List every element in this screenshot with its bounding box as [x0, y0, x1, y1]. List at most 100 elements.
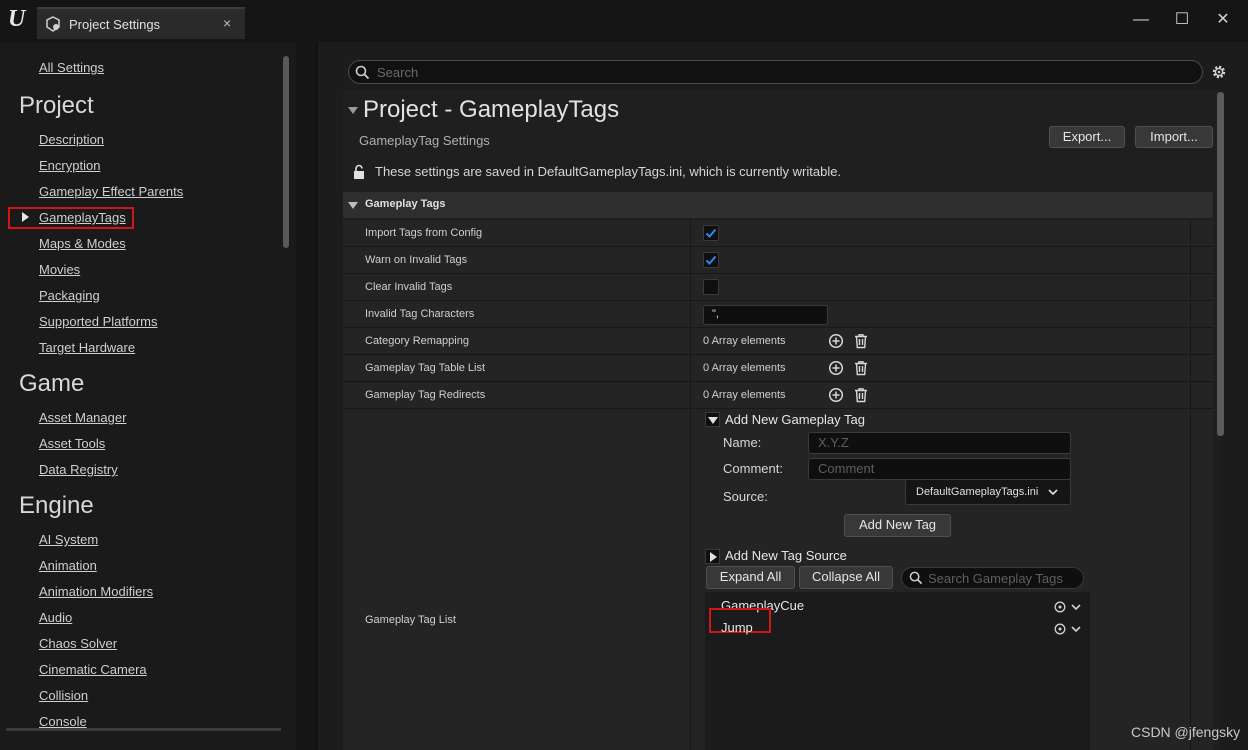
sidebar-item-supported-platforms[interactable]: Supported Platforms	[39, 314, 158, 329]
sidebar-item-console[interactable]: Console	[39, 714, 87, 729]
array-count: 0 Array elements	[703, 389, 786, 401]
tab-close-icon[interactable]: ×	[223, 15, 231, 31]
page-title: Project - GameplayTags	[363, 96, 620, 123]
invalid-chars-input[interactable]: ",	[703, 305, 828, 325]
tab-label: Project Settings	[69, 17, 161, 32]
delete-icon[interactable]	[853, 387, 869, 403]
add-subtag-icon[interactable]	[1054, 623, 1066, 635]
clear-invalid-checkbox[interactable]	[703, 279, 719, 295]
sidebar-item-cinematic-camera[interactable]: Cinematic Camera	[39, 662, 147, 677]
tab-project-settings[interactable]: Project Settings ×	[37, 7, 245, 39]
unreal-logo-icon[interactable]: U	[8, 6, 32, 32]
add-element-icon[interactable]	[828, 387, 844, 403]
sidebar-item-gameplaytags[interactable]: GameplayTags	[39, 210, 126, 225]
sidebar-item-asset-manager[interactable]: Asset Manager	[39, 410, 126, 425]
source-dropdown[interactable]: DefaultGameplayTags.ini	[905, 479, 1071, 505]
sidebar-item-encryption[interactable]: Encryption	[39, 158, 100, 173]
tag-search-placeholder: Search Gameplay Tags	[928, 571, 1063, 586]
sidebar-item-target-hardware[interactable]: Target Hardware	[39, 340, 135, 355]
settings-search-input[interactable]: Search	[348, 60, 1203, 84]
tag-name-input[interactable]: X.Y.Z	[808, 432, 1071, 454]
expand-all-button[interactable]: Expand All	[706, 566, 795, 589]
setting-label: Gameplay Tag Redirects	[365, 389, 486, 401]
add-tag-section-title: Add New Gameplay Tag	[725, 412, 865, 427]
sidebar-item-audio[interactable]: Audio	[39, 610, 72, 625]
setting-row-tag-redirects: Gameplay Tag Redirects 0 Array elements	[343, 382, 1213, 409]
settings-details-panel: Search Project - GameplayTags GameplayTa…	[318, 42, 1248, 750]
sidebar-item-packaging[interactable]: Packaging	[39, 288, 100, 303]
add-tag-expander[interactable]	[705, 412, 720, 427]
add-element-icon[interactable]	[828, 333, 844, 349]
setting-row-clear-invalid: Clear Invalid Tags	[343, 274, 1213, 301]
setting-row-import-tags: Import Tags from Config	[343, 220, 1213, 247]
details-scrollbar[interactable]	[1217, 92, 1224, 436]
sidebar-item-animation-modifiers[interactable]: Animation Modifiers	[39, 584, 153, 599]
setting-row-category-remapping: Category Remapping 0 Array elements	[343, 328, 1213, 355]
delete-icon[interactable]	[853, 333, 869, 349]
add-subtag-icon[interactable]	[1054, 601, 1066, 613]
sidebar-item-ai-system[interactable]: AI System	[39, 532, 98, 547]
section-heading-project: Project	[19, 92, 94, 119]
warn-invalid-checkbox[interactable]	[703, 252, 719, 268]
unlocked-icon	[354, 164, 364, 179]
array-count: 0 Array elements	[703, 335, 786, 347]
category-collapse-icon	[348, 202, 358, 209]
sidebar-item-maps-modes[interactable]: Maps & Modes	[39, 236, 126, 251]
sidebar-item-chaos-solver[interactable]: Chaos Solver	[39, 636, 117, 651]
import-button[interactable]: Import...	[1135, 126, 1213, 148]
add-source-expander[interactable]	[705, 549, 720, 564]
setting-label: Warn on Invalid Tags	[365, 254, 468, 266]
tag-comment-input[interactable]: Comment	[808, 458, 1071, 480]
gear-icon[interactable]	[1210, 63, 1228, 81]
collapse-all-button[interactable]: Collapse All	[799, 566, 893, 589]
selected-arrow-icon	[22, 212, 29, 222]
expand-down-icon	[708, 417, 718, 424]
sidebar-scrollbar[interactable]	[283, 56, 289, 248]
delete-icon[interactable]	[853, 360, 869, 376]
search-icon	[355, 65, 370, 80]
title-bar: U Project Settings × — ☐ ✕	[0, 0, 1248, 42]
collapse-arrow-icon[interactable]	[348, 107, 358, 114]
chevron-down-icon[interactable]	[1071, 604, 1081, 611]
setting-row-warn-invalid: Warn on Invalid Tags	[343, 247, 1213, 274]
settings-sidebar: All Settings Project Description Encrypt…	[0, 42, 296, 750]
chevron-down-icon	[1048, 489, 1058, 496]
tag-tree: GameplayCue Jump	[705, 592, 1090, 750]
setting-label: Import Tags from Config	[365, 227, 483, 239]
expand-right-icon	[710, 552, 717, 562]
import-tags-checkbox[interactable]	[703, 225, 719, 241]
tag-item-jump[interactable]: Jump	[721, 620, 753, 635]
sidebar-item-animation[interactable]: Animation	[39, 558, 97, 573]
setting-label: Gameplay Tag Table List	[365, 362, 486, 374]
setting-row-gameplay-tag-list: Gameplay Tag List Add New Gameplay Tag N…	[343, 409, 1213, 750]
sidebar-item-gameplay-effect-parents[interactable]: Gameplay Effect Parents	[39, 184, 183, 199]
sidebar-horizontal-scrollbar[interactable]	[6, 728, 281, 731]
add-new-tag-button[interactable]: Add New Tag	[844, 514, 951, 537]
writable-notice: These settings are saved in DefaultGamep…	[375, 164, 842, 179]
setting-row-invalid-chars: Invalid Tag Characters ",	[343, 301, 1213, 328]
category-title: Gameplay Tags	[365, 198, 446, 210]
add-element-icon[interactable]	[828, 360, 844, 376]
sidebar-item-data-registry[interactable]: Data Registry	[39, 462, 118, 477]
sidebar-item-description[interactable]: Description	[39, 132, 104, 147]
search-icon	[909, 571, 923, 585]
minimize-button[interactable]: —	[1129, 10, 1153, 30]
maximize-button[interactable]: ☐	[1170, 10, 1194, 30]
add-source-section-title: Add New Tag Source	[725, 548, 847, 563]
sidebar-item-asset-tools[interactable]: Asset Tools	[39, 436, 105, 451]
category-header-gameplay-tags[interactable]: Gameplay Tags	[343, 192, 1213, 218]
all-settings-link[interactable]: All Settings	[39, 60, 104, 75]
export-button[interactable]: Export...	[1049, 126, 1125, 148]
settings-content: Project - GameplayTags GameplayTag Setti…	[343, 90, 1220, 750]
sidebar-item-collision[interactable]: Collision	[39, 688, 88, 703]
source-value: DefaultGameplayTags.ini	[916, 486, 1039, 498]
tag-search-input[interactable]: Search Gameplay Tags	[901, 567, 1084, 589]
setting-row-tag-table-list: Gameplay Tag Table List 0 Array elements	[343, 355, 1213, 382]
setting-label: Category Remapping	[365, 335, 469, 347]
source-label: Source:	[723, 489, 768, 504]
sidebar-item-movies[interactable]: Movies	[39, 262, 80, 277]
close-window-button[interactable]: ✕	[1211, 10, 1235, 30]
chevron-down-icon[interactable]	[1071, 626, 1081, 633]
setting-label: Gameplay Tag List	[365, 614, 456, 626]
setting-label: Clear Invalid Tags	[365, 281, 453, 293]
